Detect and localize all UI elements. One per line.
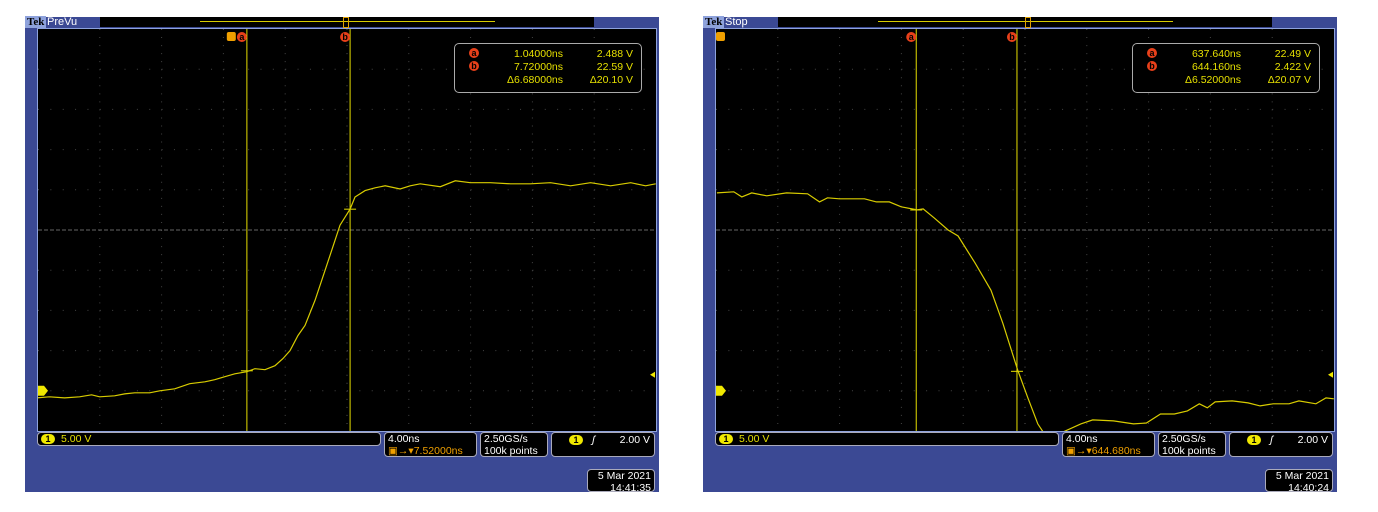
cursor-b-icon: b — [1147, 61, 1157, 71]
trigger-position-icon: ▣→▾ — [1066, 445, 1092, 457]
trigger-level: 2.00 V — [619, 434, 650, 446]
date: 5 Mar 2021 — [1275, 470, 1329, 482]
timebase-readout[interactable]: 4.00ns ▣→▾7.52000ns — [384, 432, 477, 457]
acquisition-readout[interactable]: 2.50GS/s 100k points — [1158, 432, 1226, 457]
graticule[interactable]: ab a 1.04000ns 2.488 V b 7.72000ns 22.59 V Δ… — [37, 28, 657, 432]
ch1-ground-marker-icon — [716, 385, 726, 396]
cursor-a-icon: a — [1147, 48, 1157, 58]
cursor-readout: a 637.640ns 22.49 V b 644.160ns 2.422 V Δ6.5… — [1132, 43, 1320, 93]
time-per-div: 4.00ns — [388, 433, 420, 445]
cursor-a-icon: a — [469, 48, 479, 58]
tek-logo: Tek — [703, 16, 725, 28]
date-time-readout: 5 Mar 2021 14:41:35 — [587, 469, 655, 494]
record-length: 100k points — [1162, 445, 1216, 457]
cursor-b-time: 644.160ns — [1191, 61, 1241, 73]
graticule[interactable]: ab a 637.640ns 22.49 V b 644.160ns 2.422 V Δ… — [715, 28, 1335, 432]
trigger-time-marker-icon — [716, 32, 725, 41]
acquisition-state: Stop — [725, 16, 748, 28]
oscilloscope-screen-stop: Tek Stop ab a 637.640ns 22.49 V b 644.160ns… — [703, 16, 1337, 494]
trigger-level-marker-icon — [1328, 371, 1333, 378]
channel-1-badge: 1 — [719, 434, 733, 445]
cursor-b-volt: 22.59 V — [596, 61, 633, 73]
sample-rate: 2.50GS/s — [1162, 433, 1206, 445]
trigger-level: 2.00 V — [1297, 434, 1328, 446]
cursor-a-time: 1.04000ns — [513, 48, 563, 60]
cursor-a-time: 637.640ns — [1191, 48, 1241, 60]
oscilloscope-screen-prevu: Tek PreVu ab a 1.04000ns 2.488 V b 7.72000n… — [25, 16, 659, 494]
trigger-readout[interactable]: 1 ʃ 2.00 V — [551, 432, 655, 457]
trigger-position-icon: ▣→▾ — [388, 445, 414, 457]
ch1-ground-marker-icon — [38, 385, 48, 396]
record-length: 100k points — [484, 445, 538, 457]
acquisition-state: PreVu — [47, 16, 78, 28]
cursor-a-volt: 22.49 V — [1274, 48, 1311, 60]
timebase-readout[interactable]: 4.00ns ▣→▾644.680ns — [1062, 432, 1155, 457]
cursor-b-time: 7.72000ns — [513, 61, 563, 73]
record-window-marker[interactable] — [343, 17, 349, 28]
trigger-source-badge: 1 — [569, 434, 583, 445]
trigger-time-marker-icon — [226, 32, 236, 41]
cursor-b-marker-label: b — [342, 32, 348, 42]
channel-1-scale: 5.00 V — [739, 433, 770, 445]
cursor-delta-volt: Δ20.10 V — [589, 74, 633, 86]
time: 14:40:24 — [1288, 482, 1329, 494]
record-view-bar[interactable] — [778, 17, 1272, 28]
channel-1-badge: 1 — [41, 434, 55, 445]
cursor-delta-time: Δ6.52000ns — [1184, 74, 1241, 86]
trigger-readout[interactable]: 1 ʃ 2.00 V — [1229, 432, 1333, 457]
cursor-b-marker-label: b — [1009, 32, 1015, 42]
ch1-waveform — [38, 180, 656, 399]
cursor-readout: a 1.04000ns 2.488 V b 7.72000ns 22.59 V Δ6.6… — [454, 43, 642, 93]
cursor-b-volt: 2.422 V — [1274, 61, 1311, 73]
time: 14:41:35 — [610, 482, 651, 494]
cursor-b-icon: b — [469, 61, 479, 71]
sample-rate: 2.50GS/s — [484, 433, 528, 445]
cursor-delta-time: Δ6.68000ns — [506, 74, 563, 86]
record-window-marker[interactable] — [1025, 17, 1031, 28]
trigger-position: 7.52000ns — [413, 445, 463, 457]
channel-1-readout[interactable]: 1 5.00 V — [37, 432, 381, 446]
date: 5 Mar 2021 — [597, 470, 651, 482]
trigger-level-marker-icon — [650, 371, 655, 378]
trigger-source-badge: 1 — [1247, 434, 1261, 445]
channel-1-readout[interactable]: 1 5.00 V — [715, 432, 1059, 446]
cursor-a-volt: 2.488 V — [596, 48, 633, 60]
trigger-position: 644.680ns — [1091, 445, 1141, 457]
rising-edge-icon: ʃ — [1270, 434, 1274, 446]
record-view-bar[interactable] — [100, 17, 594, 28]
channel-1-scale: 5.00 V — [61, 433, 92, 445]
time-per-div: 4.00ns — [1066, 433, 1098, 445]
tek-logo: Tek — [25, 16, 47, 28]
rising-edge-icon: ʃ — [592, 434, 596, 446]
date-time-readout: 5 Mar 2021 14:40:24 — [1265, 469, 1333, 494]
cursor-delta-volt: Δ20.07 V — [1267, 74, 1311, 86]
acquisition-readout[interactable]: 2.50GS/s 100k points — [480, 432, 548, 457]
